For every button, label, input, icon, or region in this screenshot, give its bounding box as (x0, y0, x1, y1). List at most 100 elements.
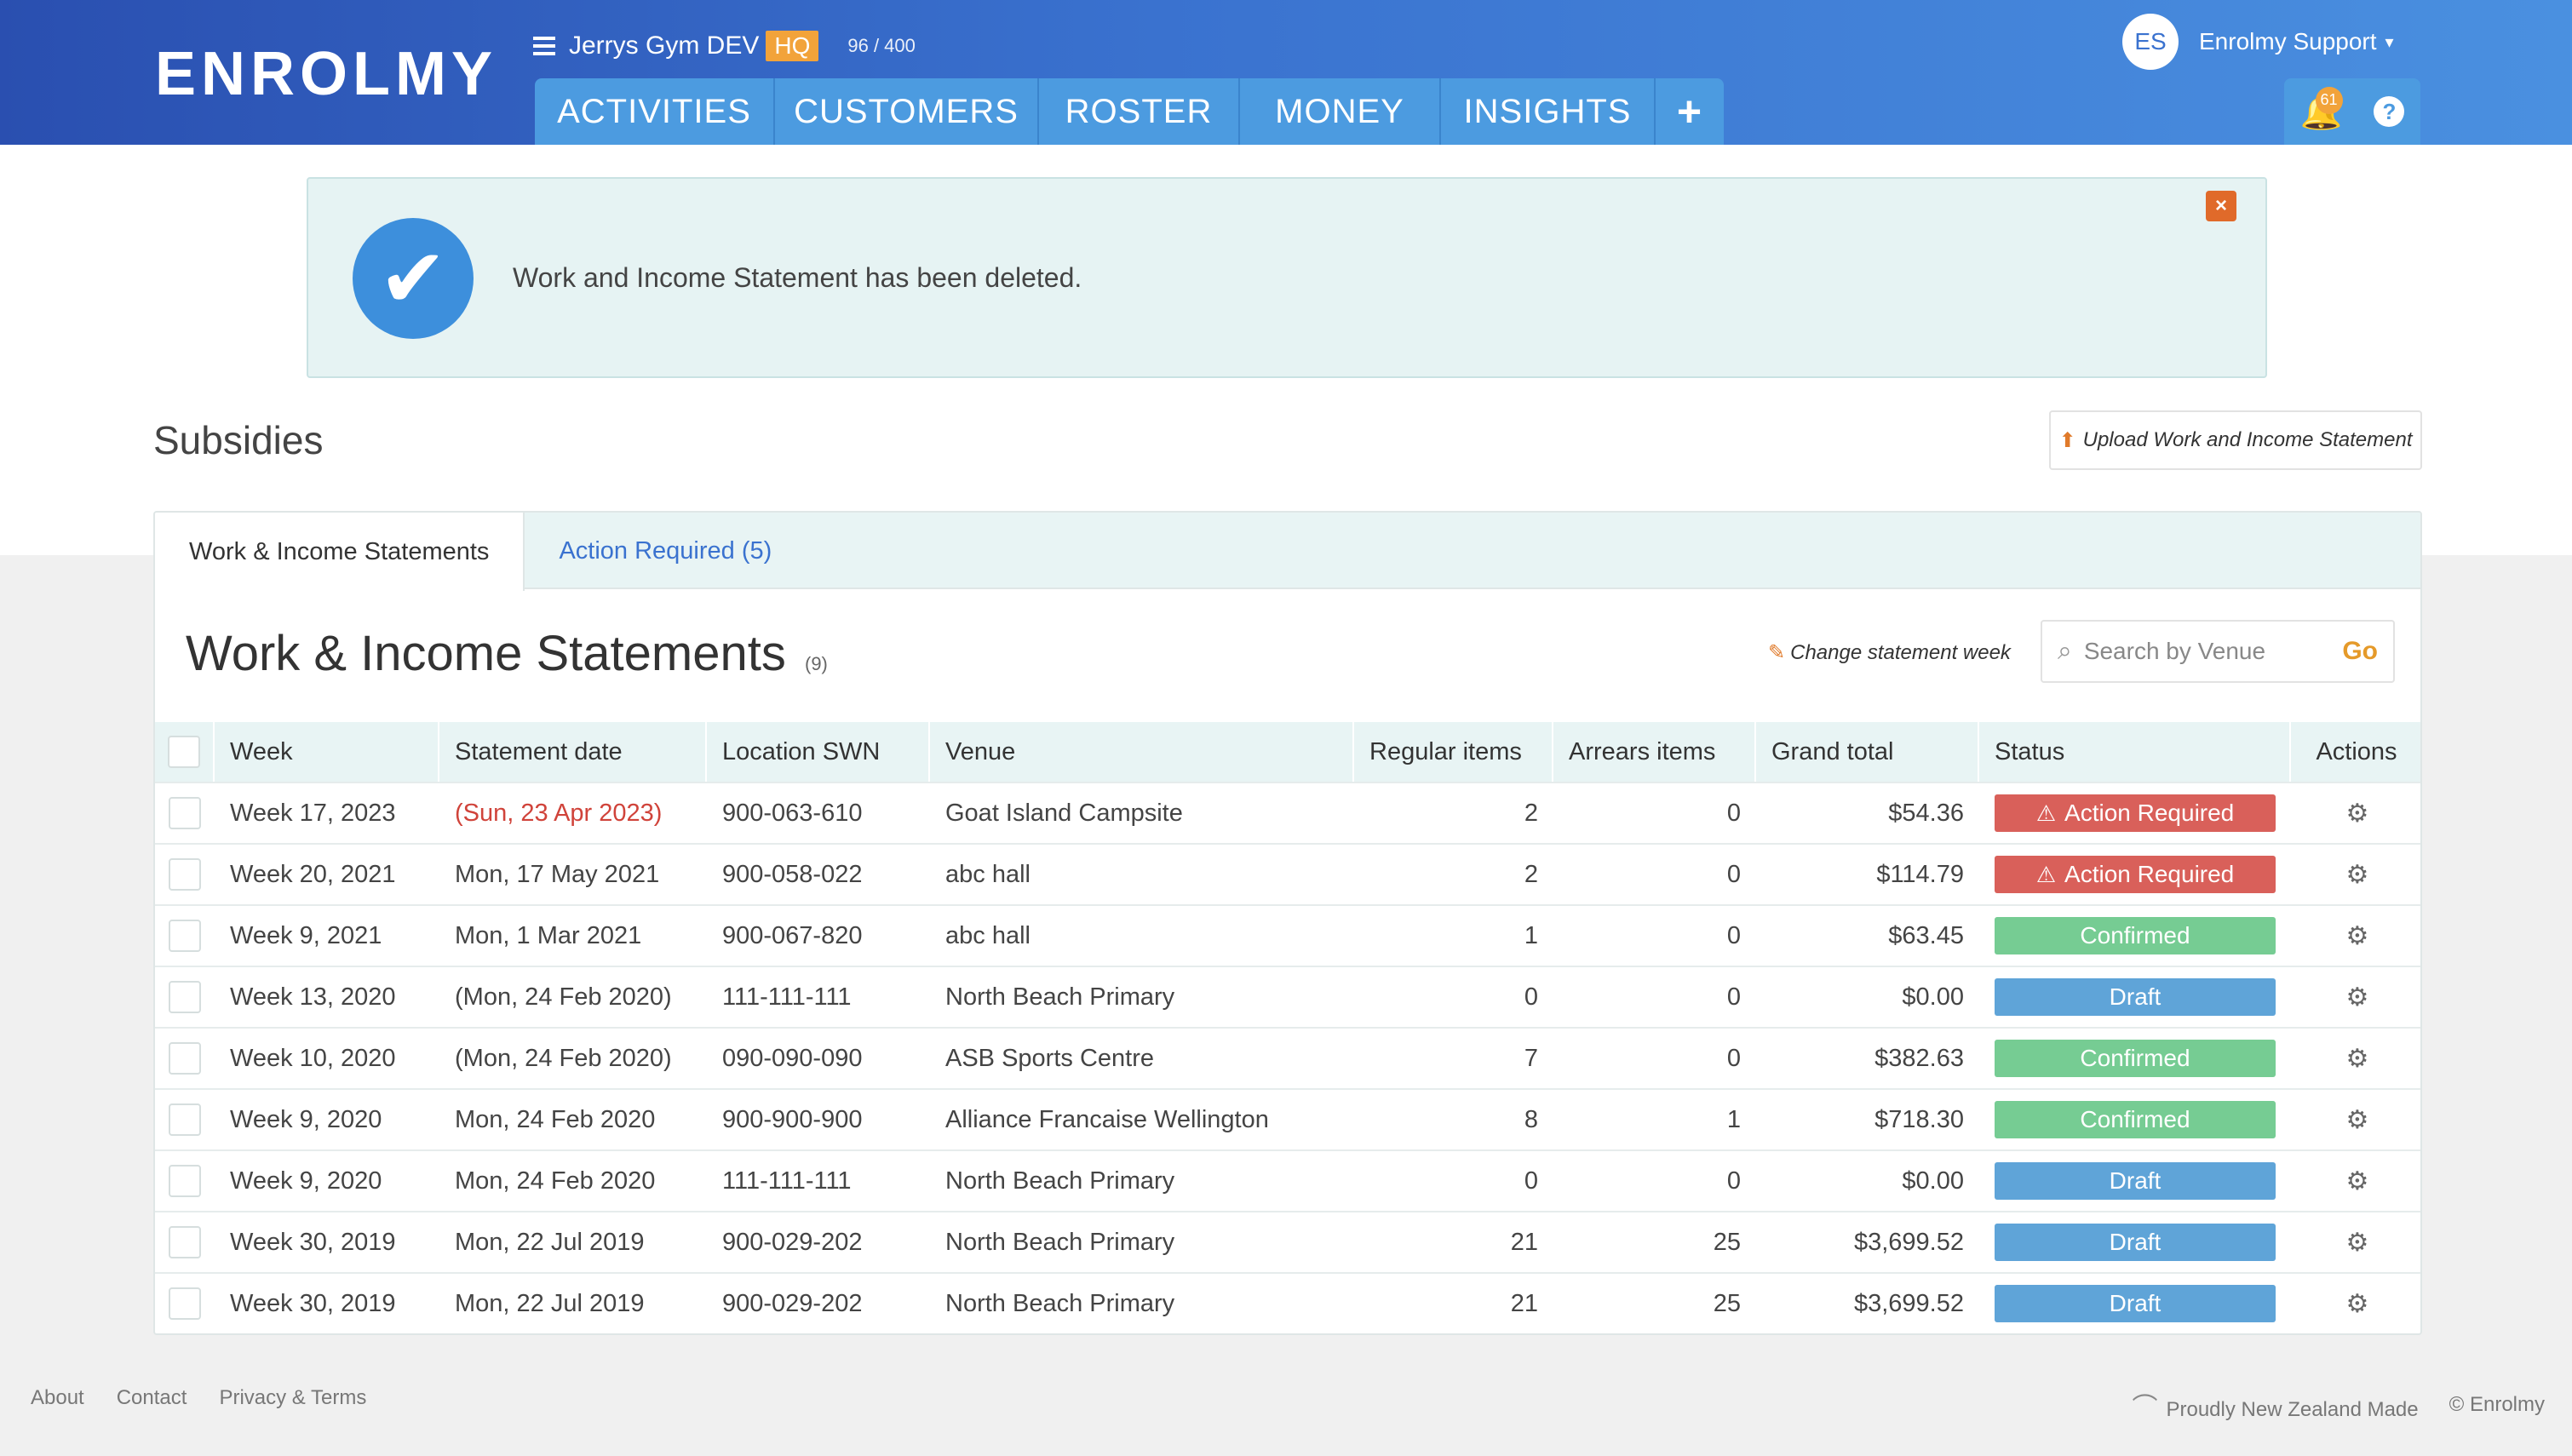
actions-cell: ⚙ (2291, 1090, 2420, 1149)
enrolmy-logo[interactable]: ENROLMY (155, 39, 497, 109)
footer-about-link[interactable]: About (31, 1386, 84, 1410)
venue-cell: North Beach Primary (945, 983, 1175, 1011)
column-status[interactable]: Status (1979, 722, 2291, 782)
table-row: Week 13, 2020 (Mon, 24 Feb 2020) 111-111-1… (155, 967, 2420, 1029)
status-badge[interactable]: Confirmed (1995, 1040, 2276, 1077)
copyright: © Enrolmy (2449, 1393, 2545, 1416)
week-cell: Week 20, 2021 (230, 860, 396, 888)
statement-date-cell: Mon, 22 Jul 2019 (455, 1289, 645, 1317)
tab-work-income-statements[interactable]: Work & Income Statements (155, 513, 525, 591)
select-all-cell (155, 722, 215, 782)
actions-cell: ⚙ (2291, 1029, 2420, 1088)
row-checkbox[interactable] (169, 920, 201, 952)
nav-insights[interactable]: INSIGHTS (1441, 78, 1656, 145)
column-arrears-items[interactable]: Arrears items (1553, 722, 1756, 782)
week-cell: Week 9, 2020 (230, 1105, 382, 1133)
table-body: Week 17, 2023 (Sun, 23 Apr 2023) 900-063-6… (155, 783, 2420, 1333)
kiwi-icon: ⌒ (2132, 1394, 2158, 1422)
row-checkbox[interactable] (169, 1226, 201, 1258)
row-select-cell (155, 1029, 215, 1088)
section-title: Work & Income Statements (9) (186, 625, 828, 682)
grand-total-cell: $0.00 (1902, 983, 1964, 1011)
column-grand-total[interactable]: Grand total (1756, 722, 1979, 782)
status-badge[interactable]: Draft (1995, 978, 2276, 1016)
status-badge[interactable]: Draft (1995, 1224, 2276, 1261)
help-icon[interactable]: ? (2374, 96, 2405, 127)
search-icon: ⌕ (2058, 637, 2072, 665)
menu-icon[interactable] (533, 37, 555, 55)
regular-items-cell: 21 (1510, 1228, 1538, 1256)
column-statement-date[interactable]: Statement date (439, 722, 707, 782)
column-location-swn[interactable]: Location SWN (707, 722, 930, 782)
chevron-down-icon[interactable]: ▾ (2385, 32, 2394, 53)
nz-made-label: Proudly New Zealand Made (2166, 1398, 2419, 1421)
upload-statement-button[interactable]: ⬆ Upload Work and Income Statement (2049, 410, 2422, 470)
column-regular-items[interactable]: Regular items (1354, 722, 1553, 782)
status-badge[interactable]: ⚠ Action Required (1995, 794, 2276, 832)
gear-icon[interactable]: ⚙ (2346, 983, 2369, 1012)
page-title: Subsidies (153, 418, 324, 462)
row-checkbox[interactable] (169, 1103, 201, 1136)
status-badge[interactable]: Confirmed (1995, 917, 2276, 954)
footer-privacy-link[interactable]: Privacy & Terms (219, 1386, 366, 1410)
row-select-cell (155, 1090, 215, 1149)
venue-search: ⌕ Go (2041, 620, 2395, 683)
row-checkbox[interactable] (169, 981, 201, 1013)
grand-total-cell: $114.79 (1876, 860, 1964, 888)
grand-total-cell: $3,699.52 (1853, 1228, 1964, 1256)
location-swn-cell: 900-067-820 (722, 921, 863, 949)
gear-icon[interactable]: ⚙ (2346, 860, 2369, 890)
gear-icon[interactable]: ⚙ (2346, 1167, 2369, 1196)
change-statement-week-link[interactable]: ✎ Change statement week (1768, 640, 2011, 665)
row-select-cell (155, 967, 215, 1027)
location-swn-cell: 900-058-022 (722, 860, 863, 888)
statement-date-cell: Mon, 17 May 2021 (455, 860, 660, 888)
statement-date-cell: Mon, 1 Mar 2021 (455, 921, 642, 949)
status-label: Action Required (2064, 861, 2235, 887)
avatar[interactable]: ES (2122, 14, 2179, 70)
gear-icon[interactable]: ⚙ (2346, 1289, 2369, 1319)
select-all-checkbox[interactable] (168, 736, 200, 768)
nav-money[interactable]: MONEY (1240, 78, 1441, 145)
row-checkbox[interactable] (169, 797, 201, 829)
status-badge[interactable]: Confirmed (1995, 1101, 2276, 1138)
status-badge[interactable]: ⚠ Action Required (1995, 856, 2276, 893)
nav-customers[interactable]: CUSTOMERS (775, 78, 1039, 145)
org-name[interactable]: Jerrys Gym DEV (569, 32, 759, 60)
column-week[interactable]: Week (215, 722, 439, 782)
org-switcher[interactable]: Jerrys Gym DEV HQ 96 / 400 (533, 29, 916, 63)
close-alert-button[interactable]: × (2206, 191, 2236, 221)
search-input[interactable] (2083, 638, 2331, 665)
gear-icon[interactable]: ⚙ (2346, 1228, 2369, 1258)
column-venue[interactable]: Venue (930, 722, 1354, 782)
status-badge[interactable]: Draft (1995, 1162, 2276, 1200)
row-checkbox[interactable] (169, 1165, 201, 1197)
tab-action-required[interactable]: Action Required (5) (525, 513, 806, 589)
status-label: Confirmed (2080, 1106, 2190, 1132)
gear-icon[interactable]: ⚙ (2346, 1105, 2369, 1135)
status-label: Draft (2109, 1229, 2162, 1255)
add-icon[interactable]: + (1656, 78, 1724, 145)
user-name[interactable]: Enrolmy Support (2199, 28, 2377, 55)
nav-activities[interactable]: ACTIVITIES (535, 78, 775, 145)
go-button[interactable]: Go (2342, 637, 2378, 666)
user-menu[interactable]: ES Enrolmy Support ▾ (2122, 14, 2394, 70)
section-count: (9) (805, 653, 828, 674)
row-select-cell (155, 906, 215, 966)
gear-icon[interactable]: ⚙ (2346, 1044, 2369, 1074)
location-swn-cell: 900-029-202 (722, 1228, 863, 1256)
gear-icon[interactable]: ⚙ (2346, 799, 2369, 828)
nav-roster[interactable]: ROSTER (1039, 78, 1240, 145)
regular-items-cell: 7 (1524, 1044, 1538, 1072)
row-checkbox[interactable] (169, 1042, 201, 1075)
venue-cell: North Beach Primary (945, 1228, 1175, 1256)
row-checkbox[interactable] (169, 858, 201, 891)
capacity-count: 96 / 400 (847, 35, 916, 56)
footer-contact-link[interactable]: Contact (117, 1386, 187, 1410)
venue-cell: abc hall (945, 860, 1031, 888)
status-badge[interactable]: Draft (1995, 1285, 2276, 1322)
table-row: Week 10, 2020 (Mon, 24 Feb 2020) 090-090-0… (155, 1029, 2420, 1090)
row-checkbox[interactable] (169, 1287, 201, 1320)
gear-icon[interactable]: ⚙ (2346, 921, 2369, 951)
bell-icon[interactable]: 🔔 61 (2300, 86, 2343, 132)
